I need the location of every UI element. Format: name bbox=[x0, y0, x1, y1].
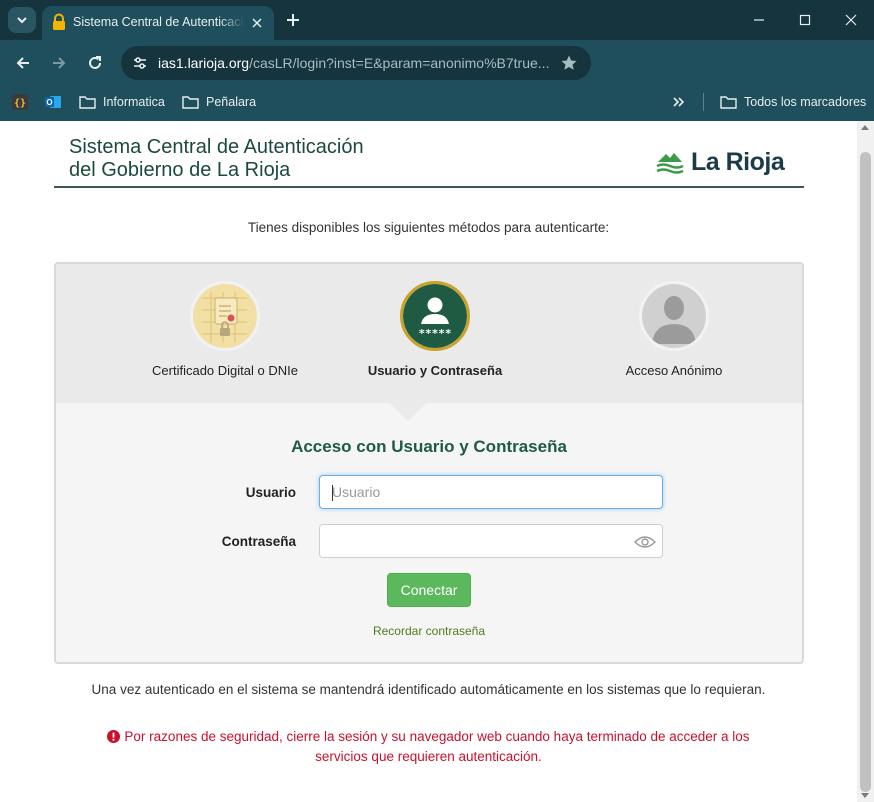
new-tab-button[interactable] bbox=[282, 9, 304, 31]
tab-title: Sistema Central de Autenticación bbox=[73, 15, 245, 29]
bookmark-label: Peñalara bbox=[206, 95, 257, 109]
intro-text: Tienes disponibles los siguientes método… bbox=[247, 220, 610, 235]
bookmark-star-button[interactable] bbox=[559, 53, 579, 73]
la-rioja-logo: La Rioja bbox=[655, 143, 785, 181]
username-input[interactable] bbox=[320, 476, 662, 508]
folder-icon bbox=[720, 96, 737, 109]
braces-icon: {} bbox=[12, 94, 28, 110]
tune-icon bbox=[134, 57, 146, 69]
username-label: Usuario bbox=[245, 485, 296, 500]
close-icon bbox=[845, 14, 857, 26]
method-label: Usuario y Contraseña bbox=[367, 363, 503, 378]
browser-toolbar: ias1.larioja.org/casLR/login?inst=E&para… bbox=[0, 40, 874, 86]
logo-text: La Rioja bbox=[691, 147, 785, 176]
anonymous-user-icon bbox=[639, 281, 709, 351]
auth-panel: Certificado Digital o DNIe ***** Usuario… bbox=[54, 262, 804, 664]
exclamation-circle-icon bbox=[107, 730, 121, 743]
svg-text:O: O bbox=[46, 98, 52, 107]
bookmarks-separator bbox=[703, 93, 704, 111]
minimize-button[interactable] bbox=[736, 0, 782, 40]
warning-line1: Por razones de seguridad, cierre la sesi… bbox=[124, 729, 750, 744]
tab-search-button[interactable] bbox=[8, 7, 36, 33]
url-host: ias1.larioja.org bbox=[158, 55, 250, 71]
reload-icon bbox=[89, 56, 101, 69]
bookmarks-bar: {} O Informatica Peñalara Todos los marc… bbox=[0, 86, 874, 121]
username-field[interactable] bbox=[319, 475, 663, 509]
selected-method-pointer bbox=[390, 403, 426, 421]
maximize-button[interactable] bbox=[782, 0, 828, 40]
page-title-line1: Sistema Central de Autenticación bbox=[69, 136, 364, 158]
outlook-icon: O bbox=[45, 96, 61, 108]
maximize-icon bbox=[799, 14, 811, 26]
url-text: ias1.larioja.org/casLR/login?inst=E&para… bbox=[158, 55, 550, 71]
certificate-icon bbox=[190, 281, 260, 351]
site-info-button[interactable] bbox=[129, 52, 151, 74]
method-certificate[interactable]: Certificado Digital o DNIe bbox=[115, 281, 335, 378]
header-divider bbox=[54, 186, 804, 188]
method-anonymous[interactable]: Acceso Anónimo bbox=[564, 281, 784, 378]
bookmark-folder-informatica[interactable]: Informatica bbox=[79, 91, 165, 113]
folder-icon bbox=[79, 96, 96, 109]
all-bookmarks-label: Todos los marcadores bbox=[744, 95, 867, 109]
chevron-double-right-icon bbox=[673, 97, 685, 107]
security-warning: Por razones de seguridad, cierre la sesi… bbox=[0, 727, 857, 767]
lock-favicon-icon bbox=[53, 13, 65, 30]
browser-tab-active[interactable]: Sistema Central de Autenticación bbox=[42, 6, 274, 40]
password-label: Contraseña bbox=[221, 534, 296, 549]
arrow-right-icon bbox=[53, 57, 66, 69]
password-field[interactable] bbox=[319, 524, 663, 558]
bookmark-folder-penalara[interactable]: Peñalara bbox=[182, 91, 256, 113]
warning-line2: servicios que requieren autenticación. bbox=[315, 749, 542, 764]
window-close-button[interactable] bbox=[828, 0, 874, 40]
page-scrollbar[interactable] bbox=[857, 121, 874, 802]
scroll-down-arrow-icon[interactable] bbox=[861, 793, 869, 798]
method-label: Acceso Anónimo bbox=[625, 363, 723, 378]
password-input[interactable] bbox=[320, 525, 662, 557]
chevron-down-icon bbox=[17, 17, 27, 24]
show-password-button[interactable] bbox=[633, 532, 657, 552]
reload-button[interactable] bbox=[82, 50, 108, 76]
tab-strip: Sistema Central de Autenticación bbox=[0, 0, 874, 40]
svg-text:{}: {} bbox=[14, 98, 26, 109]
text-caret bbox=[332, 485, 333, 501]
session-note: Una vez autenticado en el sistema se man… bbox=[91, 682, 766, 697]
page-content: Sistema Central de Autenticación del Gob… bbox=[0, 121, 857, 802]
close-icon bbox=[252, 18, 262, 28]
page-title: Sistema Central de Autenticación del Gob… bbox=[69, 136, 364, 182]
back-button[interactable] bbox=[10, 50, 36, 76]
user-password-icon: ***** bbox=[400, 281, 470, 351]
arrow-left-icon bbox=[16, 57, 29, 69]
scroll-up-arrow-icon[interactable] bbox=[861, 125, 869, 130]
remember-password-link[interactable]: Recordar contraseña bbox=[56, 624, 802, 638]
more-bookmarks-button[interactable] bbox=[672, 91, 693, 113]
address-bar[interactable]: ias1.larioja.org/casLR/login?inst=E&para… bbox=[121, 46, 591, 80]
bookmark-json-extension[interactable]: {} bbox=[12, 91, 35, 113]
browser-chrome: Sistema Central de Autenticación ias1.la… bbox=[0, 0, 874, 121]
method-label: Certificado Digital o DNIe bbox=[152, 363, 298, 378]
plus-icon bbox=[287, 14, 299, 26]
folder-icon bbox=[182, 96, 199, 109]
url-path: /casLR/login?inst=E&param=anonimo%B7true… bbox=[249, 55, 550, 71]
all-bookmarks-button[interactable]: Todos los marcadores bbox=[720, 91, 866, 113]
bookmark-label: Informatica bbox=[103, 95, 165, 109]
method-user-password[interactable]: ***** Usuario y Contraseña bbox=[325, 281, 545, 378]
eye-icon bbox=[634, 536, 656, 548]
tab-close-button[interactable] bbox=[248, 14, 266, 32]
bookmark-outlook[interactable]: O bbox=[45, 91, 68, 113]
connect-button[interactable]: Conectar bbox=[387, 573, 471, 607]
minimize-icon bbox=[754, 19, 764, 21]
star-icon bbox=[561, 55, 577, 70]
page-title-line2: del Gobierno de La Rioja bbox=[69, 159, 291, 181]
la-rioja-mountain-icon bbox=[656, 153, 684, 174]
forward-button[interactable] bbox=[46, 50, 72, 76]
scrollbar-thumb[interactable] bbox=[860, 152, 871, 792]
form-title: Acceso con Usuario y Contraseña bbox=[291, 437, 567, 456]
auth-methods: Certificado Digital o DNIe ***** Usuario… bbox=[56, 264, 802, 403]
password-mask-badge: ***** bbox=[418, 327, 451, 340]
